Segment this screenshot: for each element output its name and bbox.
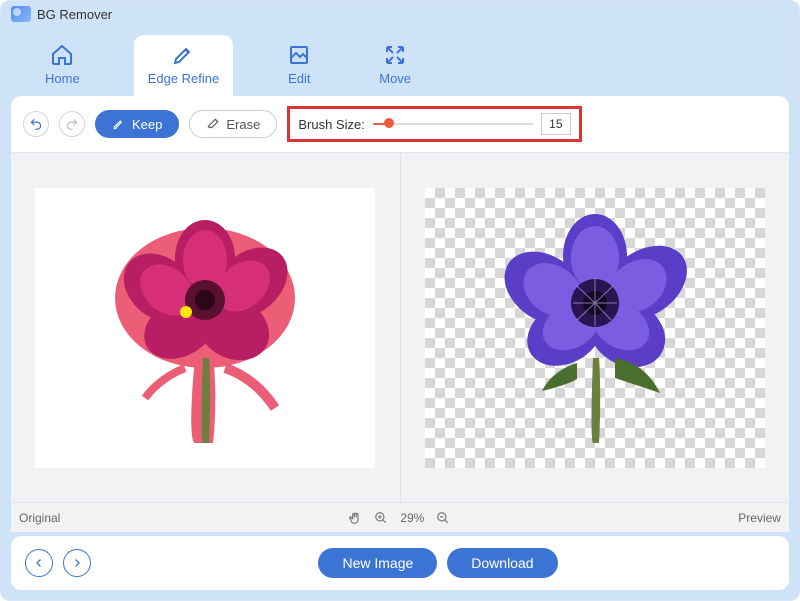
- tab-edit[interactable]: Edit: [273, 35, 325, 96]
- preview-panel[interactable]: [400, 153, 790, 502]
- eraser-icon: [206, 117, 220, 131]
- edge-refine-icon: [171, 43, 195, 67]
- brush-size-slider[interactable]: [373, 122, 533, 126]
- preview-frame: [425, 188, 765, 468]
- slider-thumb[interactable]: [384, 118, 394, 128]
- new-image-button[interactable]: New Image: [318, 548, 437, 578]
- original-image: [95, 208, 315, 448]
- chevron-left-icon: [33, 557, 45, 569]
- brush-size-label: Brush Size:: [298, 117, 364, 132]
- footer-bar: New Image Download: [11, 536, 789, 590]
- title-bar: BG Remover: [1, 1, 799, 22]
- brush-size-value[interactable]: 15: [541, 113, 571, 135]
- app-logo-icon: [11, 6, 31, 22]
- app-title: BG Remover: [37, 7, 112, 22]
- erase-button[interactable]: Erase: [189, 110, 277, 138]
- slider-track: [373, 123, 533, 125]
- redo-icon: [65, 117, 79, 131]
- tab-label: Home: [45, 71, 80, 86]
- prev-button[interactable]: [25, 549, 53, 577]
- tab-bar: Home Edge Refine Edit Move: [1, 22, 799, 96]
- download-button[interactable]: Download: [447, 548, 557, 578]
- original-label: Original: [19, 511, 60, 525]
- brush-size-group: Brush Size: 15: [287, 106, 581, 142]
- move-icon: [383, 43, 407, 67]
- redo-button[interactable]: [59, 111, 85, 137]
- brush-keep-icon: [112, 117, 126, 131]
- original-frame: [35, 188, 375, 468]
- tab-move[interactable]: Move: [365, 35, 425, 96]
- preview-image: [485, 208, 705, 448]
- tab-home[interactable]: Home: [31, 35, 94, 96]
- erase-label: Erase: [226, 117, 260, 132]
- keep-label: Keep: [132, 117, 162, 132]
- tab-label: Move: [379, 71, 411, 86]
- keep-button[interactable]: Keep: [95, 110, 179, 138]
- brush-cursor-icon: [180, 306, 192, 318]
- download-label: Download: [471, 555, 533, 571]
- tab-label: Edge Refine: [148, 71, 220, 86]
- zoom-controls: 29%: [348, 511, 450, 525]
- tab-edge-refine[interactable]: Edge Refine: [134, 35, 234, 96]
- canvas-area: [11, 152, 789, 502]
- chevron-right-icon: [71, 557, 83, 569]
- zoom-value: 29%: [400, 511, 424, 525]
- new-image-label: New Image: [342, 555, 413, 571]
- zoom-in-icon[interactable]: [374, 511, 388, 525]
- zoom-out-icon[interactable]: [436, 511, 450, 525]
- tab-label: Edit: [288, 71, 310, 86]
- preview-label: Preview: [738, 511, 781, 525]
- toolbar: Keep Erase Brush Size: 15: [11, 96, 789, 152]
- home-icon: [50, 43, 74, 67]
- status-bar: Original 29% Preview: [11, 502, 789, 532]
- next-button[interactable]: [63, 549, 91, 577]
- undo-button[interactable]: [23, 111, 49, 137]
- undo-icon: [29, 117, 43, 131]
- original-panel[interactable]: [11, 153, 400, 502]
- edit-icon: [287, 43, 311, 67]
- hand-pan-icon[interactable]: [348, 511, 362, 525]
- app-window: BG Remover Home Edge Refine Edit Move: [0, 0, 800, 601]
